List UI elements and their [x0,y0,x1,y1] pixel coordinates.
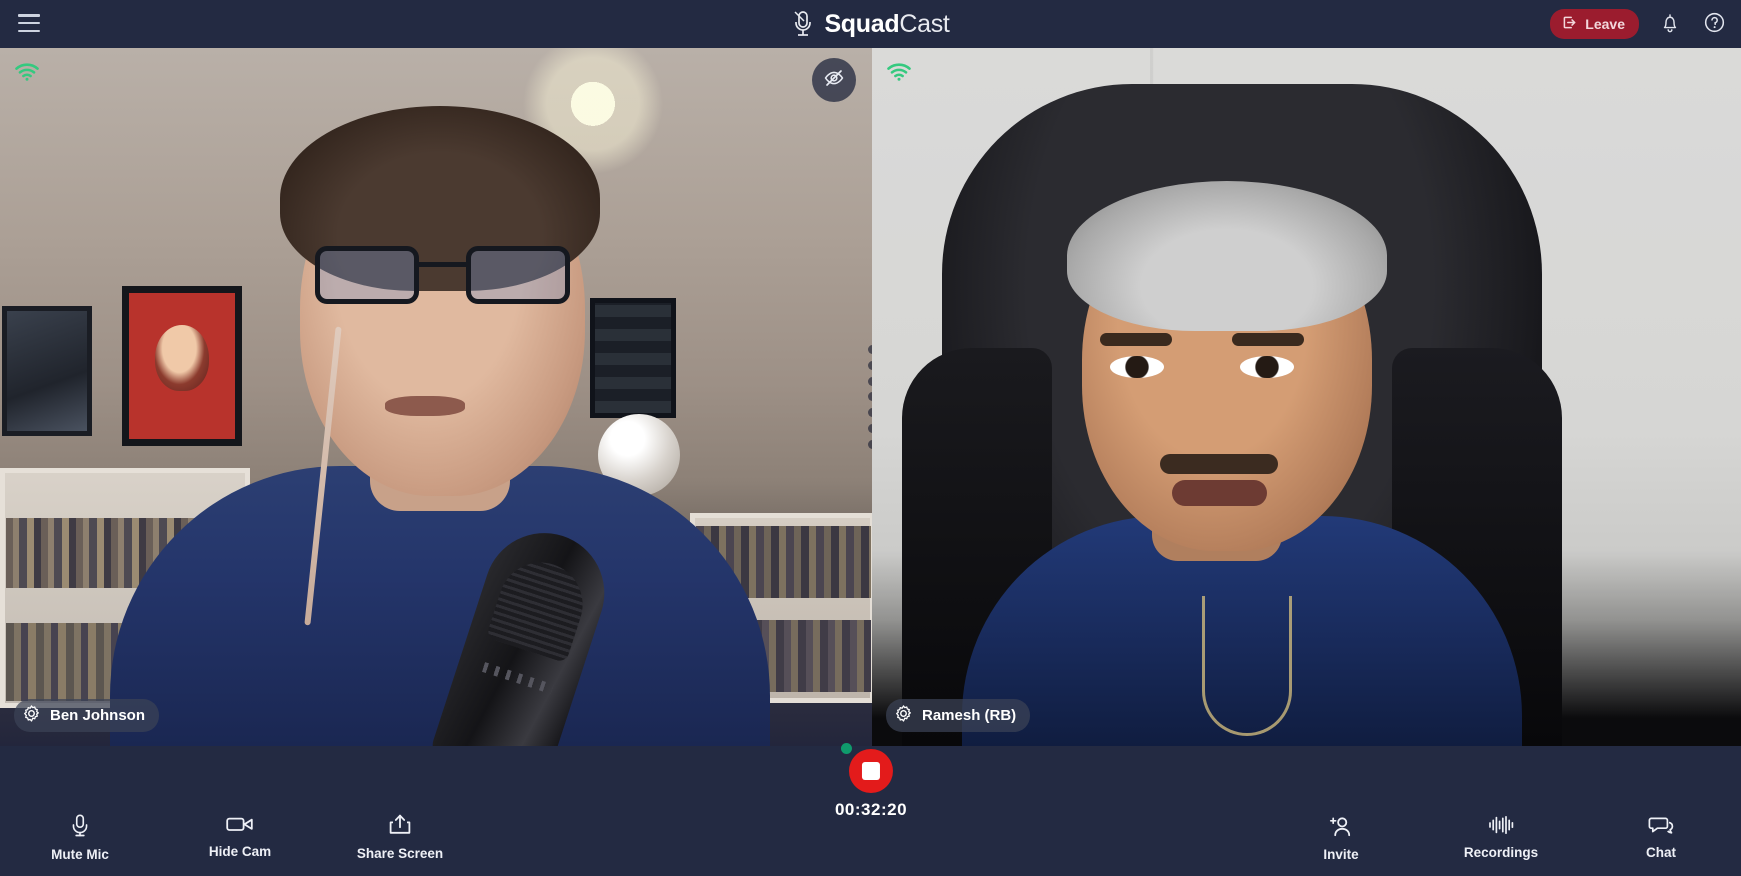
participant-name: Ben Johnson [50,707,146,724]
invite-label: Invite [1323,847,1359,862]
question-circle-icon [1703,11,1726,37]
brand-logo: SquadCast [0,0,1741,48]
mute-mic-button[interactable]: Mute Mic [32,813,128,862]
stop-square-icon [862,762,880,780]
recording-timer: 00:32:20 [834,800,908,819]
brand-title: SquadCast [824,10,949,39]
app-header: SquadCast Leave [0,0,1741,48]
live-indicator-dot [841,743,852,754]
recordings-label: Recordings [1463,845,1539,860]
video-camera-icon [225,813,255,838]
bell-icon [1660,12,1680,37]
help-button[interactable] [1701,11,1727,37]
recordings-button[interactable]: Recordings [1453,814,1549,862]
audio-waveform-icon [1487,814,1515,839]
video-stage: Ben Johnson Ramesh (RB) [0,48,1741,746]
bottom-toolbar: Mute Mic Hide Cam Share Screen 00:32:20 … [0,743,1741,876]
share-screen-icon [387,813,413,840]
participant-video-tile[interactable]: Ramesh (RB) [872,48,1741,746]
share-screen-label: Share Screen [356,846,444,861]
brand-title-bold: Squad [824,9,900,38]
microphone-icon [68,813,92,841]
participant-video-feed [0,48,872,746]
brand-title-light: Cast [899,9,950,38]
wifi-signal-icon [886,62,912,87]
mute-mic-label: Mute Mic [51,847,109,862]
microphone-logo-icon [791,9,815,39]
share-screen-button[interactable]: Share Screen [352,813,448,862]
notifications-button[interactable] [1657,11,1683,37]
toolbar-right-group: Invite Recordings Chat [1261,814,1741,862]
stop-recording-button[interactable] [841,743,893,793]
participant-video-feed [872,48,1741,746]
participant-name: Ramesh (RB) [922,707,1017,724]
wifi-signal-icon [14,62,40,87]
exit-arrow-icon [1561,14,1578,34]
add-person-icon [1328,814,1354,841]
chat-button[interactable]: Chat [1613,814,1709,862]
participant-name-badge[interactable]: Ramesh (RB) [886,699,1031,732]
hide-video-button[interactable] [812,58,856,102]
toolbar-left-group: Mute Mic Hide Cam Share Screen [0,813,480,862]
hamburger-menu-icon[interactable] [18,14,40,32]
hide-cam-button[interactable]: Hide Cam [192,813,288,862]
invite-button[interactable]: Invite [1293,814,1389,862]
participant-name-badge[interactable]: Ben Johnson [14,699,160,732]
chat-bubbles-icon [1648,814,1674,839]
leave-button-label: Leave [1585,16,1625,32]
gear-icon [894,704,913,727]
gear-icon [22,704,41,727]
leave-button[interactable]: Leave [1550,9,1639,39]
pane-resize-handle[interactable] [867,345,872,449]
chat-label: Chat [1646,845,1676,860]
participant-video-tile[interactable]: Ben Johnson [0,48,872,746]
hide-cam-label: Hide Cam [208,844,272,859]
squadcast-app-window: SquadCast Leave Ben Johnson Ramesh (RB) … [0,0,1741,876]
recording-controls: 00:32:20 [834,743,908,820]
header-actions: Leave [1550,0,1727,48]
eye-off-icon [823,67,845,94]
